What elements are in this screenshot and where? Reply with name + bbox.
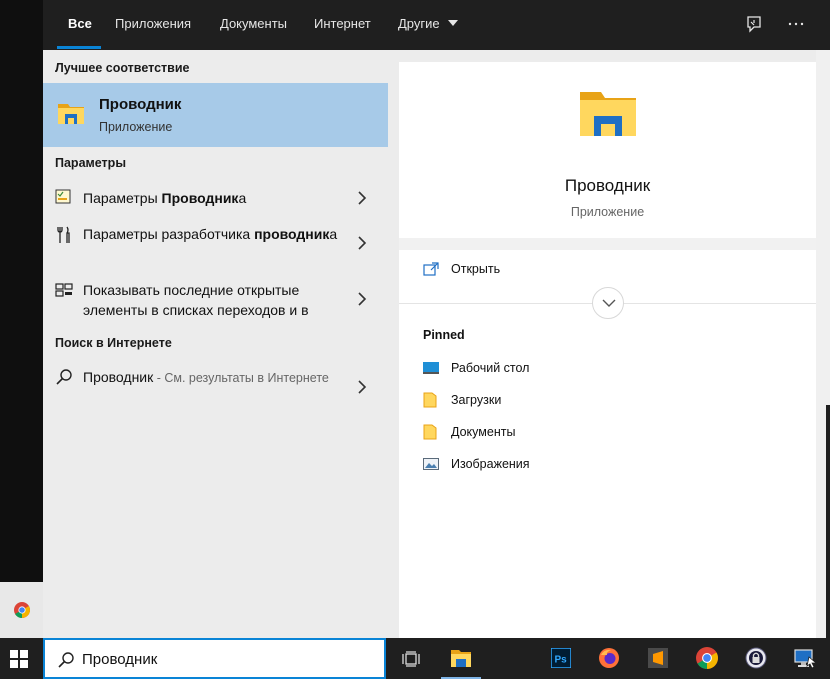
settings-text: Параметры [83,190,162,206]
search-tabs-bar: Все Приложения Документы Интернет Другие [43,0,830,50]
chevron-down-icon [448,20,459,26]
keepass-icon [745,647,767,669]
jump-list-icon [55,283,73,297]
task-view-button[interactable] [386,638,434,679]
task-view-icon [402,651,420,667]
web-query: Проводник [83,369,154,385]
folder-icon [423,424,437,440]
tab-apps[interactable]: Приложения [115,0,191,50]
tab-more-label: Другие [398,16,440,31]
pictures-icon [423,458,439,470]
search-icon [58,652,74,668]
best-match-type: Приложение [99,120,173,134]
remote-desktop-icon [794,649,817,669]
tab-documents[interactable]: Документы [220,0,287,50]
pinned-label: Загрузки [451,393,502,407]
taskbar-search-box[interactable] [43,638,386,679]
best-match-name: Проводник [99,96,182,113]
taskbar-chrome[interactable] [683,638,731,679]
web-search-heading: Поиск в Интернете [55,336,172,350]
screen: Все Приложения Документы Интернет Другие… [0,0,830,679]
desktop-icon [423,362,439,374]
search-panel: Все Приложения Документы Интернет Другие… [43,0,830,638]
tab-more[interactable]: Другие [398,0,459,50]
best-match-item[interactable]: Проводник Приложение [43,83,388,147]
desktop-background [0,0,43,638]
open-label: Открыть [451,262,501,276]
open-action[interactable]: Открыть [423,260,623,280]
chevron-right-icon[interactable] [356,292,368,306]
pinned-item-documents[interactable]: Документы [423,423,723,443]
settings-text: Параметры разработчика [83,226,255,242]
photoshop-icon: Ps [551,648,571,668]
settings-text-suffix: а [329,226,338,242]
file-explorer-icon [58,104,84,124]
search-icon [56,369,72,385]
settings-checklist-icon [55,189,71,204]
firefox-icon [599,648,619,668]
settings-result-jump-lists[interactable]: Показывать последние открытые элементы в… [43,278,388,322]
pinned-item-desktop[interactable]: Рабочий стол [423,359,723,379]
taskbar-keepass[interactable] [732,638,780,679]
best-match-heading: Лучшее соответствие [55,61,190,75]
tab-all[interactable]: Все [68,0,92,50]
chevron-right-icon[interactable] [356,380,368,394]
web-search-result[interactable]: Проводник - См. результаты в Интернете [43,362,388,410]
tab-web[interactable]: Интернет [314,0,371,50]
svg-text:Ps: Ps [555,655,568,666]
chrome-icon [696,647,718,669]
divider [399,238,816,250]
settings-text-suffix: а [238,190,247,206]
pinned-label: Рабочий стол [451,361,530,375]
taskbar-firefox[interactable] [585,638,633,679]
folder-icon [423,392,437,408]
taskbar-sublime-text[interactable] [634,638,682,679]
settings-text: Показывать последние открытые элементы в… [83,282,309,318]
settings-heading: Параметры [55,156,126,170]
sublime-text-icon [648,648,668,668]
results-list: Лучшее соответствие Проводник Приложение… [43,50,388,638]
pinned-label: Документы [451,425,516,439]
taskbar: Ps [0,638,830,679]
chevron-right-icon[interactable] [356,236,368,250]
feedback-icon[interactable] [743,13,765,35]
chrome-icon [14,602,30,618]
preview-pane: Проводник Приложение Открыть Pinned Рабо… [388,50,816,638]
search-input[interactable] [82,648,372,670]
taskbar-photoshop[interactable]: Ps [537,638,585,679]
chevron-down-icon [602,299,616,307]
more-options-icon[interactable] [785,13,807,35]
taskbar-remote-desktop[interactable] [781,638,829,679]
pinned-item-downloads[interactable]: Загрузки [423,391,723,411]
active-tab-indicator [57,46,101,49]
pinned-label: Изображения [451,457,530,471]
windows-start-icon[interactable] [10,650,28,668]
expand-button[interactable] [592,287,624,319]
file-explorer-icon [580,92,636,136]
preview-card: Проводник Приложение Открыть Pinned Рабо… [399,62,816,638]
file-explorer-icon [451,650,471,667]
settings-text-match: Проводник [161,190,239,206]
web-hint: - См. результаты в Интернете [153,371,329,385]
pinned-item-pictures[interactable]: Изображения [423,455,723,475]
settings-text-match: проводник [254,226,330,242]
settings-result-explorer[interactable]: Параметры Проводника [43,183,388,213]
preview-subtitle: Приложение [570,205,645,219]
chevron-right-icon[interactable] [356,191,368,205]
open-icon [423,262,439,276]
developer-tools-icon [57,226,70,243]
pinned-heading: Pinned [423,328,465,342]
settings-result-developer[interactable]: Параметры разработчика проводника [43,222,388,266]
taskbar-file-explorer[interactable] [437,638,485,679]
preview-title: Проводник [564,176,651,195]
